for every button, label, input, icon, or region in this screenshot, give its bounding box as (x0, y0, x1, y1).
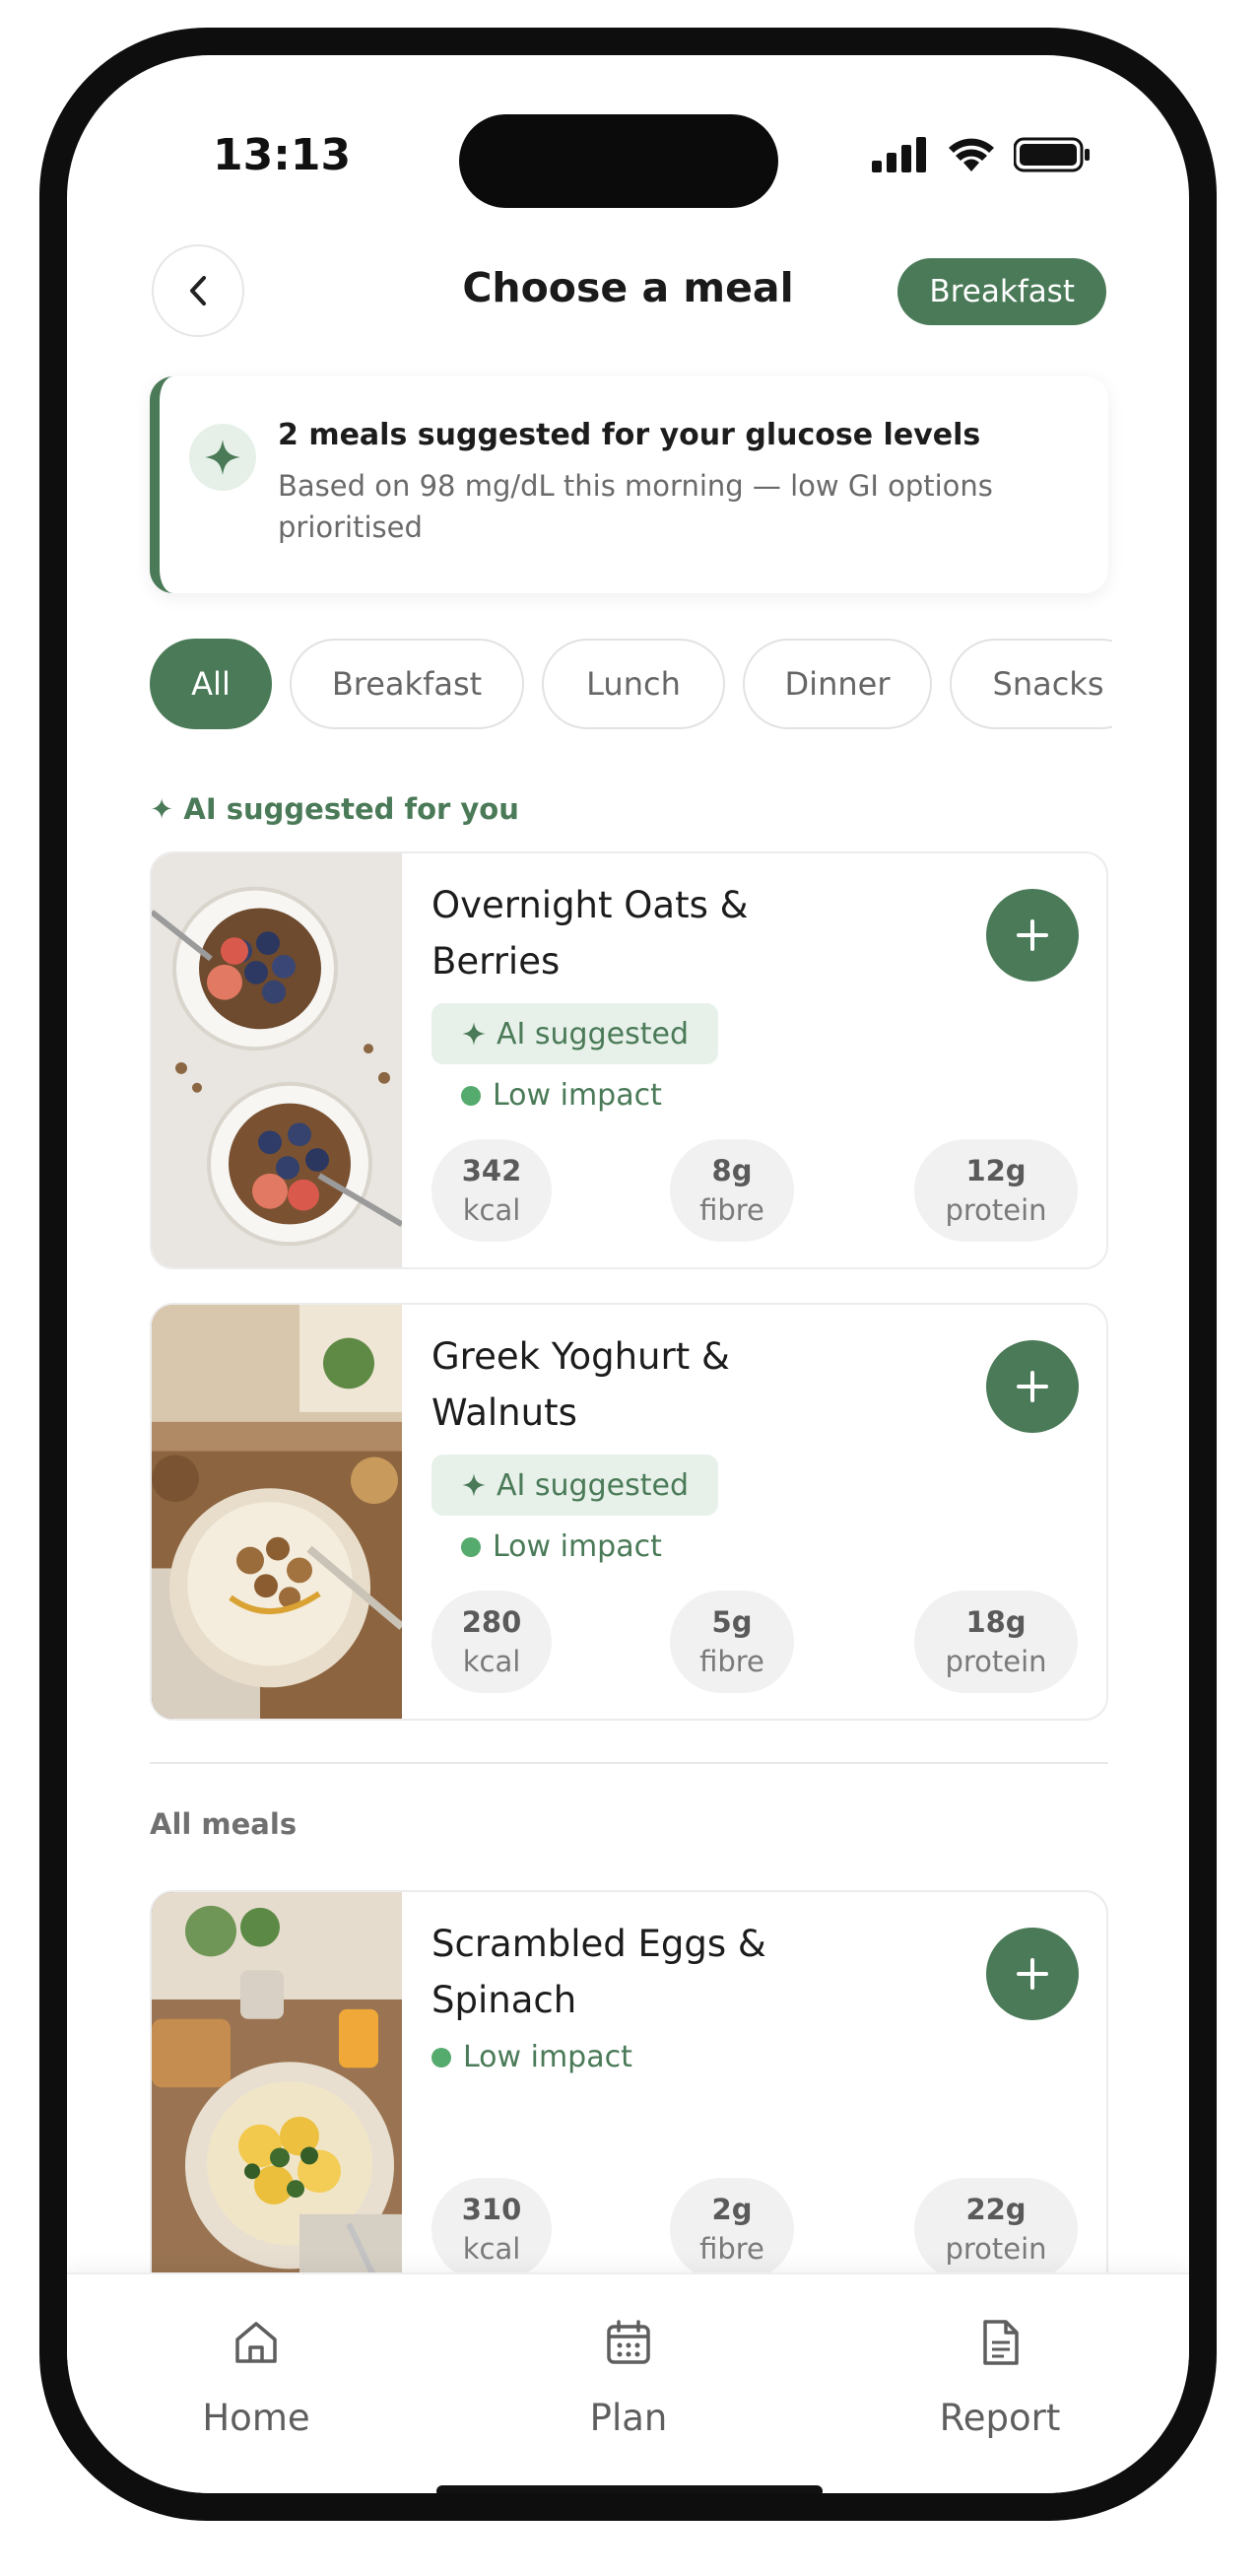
ai-tag-label: AI suggested (497, 1467, 689, 1503)
kcal-value: 342 (461, 1154, 522, 1187)
sparkle-icon (462, 1473, 486, 1497)
wifi-icon (949, 138, 994, 171)
impact-dot (431, 2047, 451, 2068)
add-meal-button[interactable] (986, 889, 1079, 982)
fibre-label: fibre (699, 2232, 764, 2266)
bottom-nav: Home Plan Report (67, 2272, 1189, 2493)
kcal-pill: 280 kcal (431, 1591, 552, 1693)
section-title-all: All meals (150, 1807, 298, 1841)
document-icon (983, 2320, 1019, 2365)
home-icon (235, 2322, 277, 2363)
nav-label-report: Report (939, 2397, 1061, 2439)
signal-icon (872, 137, 926, 172)
glucose-suggestion-banner: 2 meals suggested for your glucose level… (150, 376, 1108, 593)
protein-value: 12g (965, 1154, 1027, 1187)
impact-indicator: Low impact (431, 2040, 632, 2074)
filter-chip-all[interactable]: All (150, 639, 272, 729)
status-icons (872, 136, 1091, 173)
meal-photo-greek-yoghurt (152, 1305, 402, 1719)
meal-name: Greek Yoghurt & Walnuts (431, 1335, 730, 1434)
filter-chip-dinner[interactable]: Dinner (743, 639, 932, 729)
nav-item-report[interactable]: Report (901, 2318, 1098, 2439)
filter-chip-lunch[interactable]: Lunch (542, 639, 725, 729)
filter-chip-breakfast[interactable]: Breakfast (290, 639, 524, 729)
ai-suggested-tag: AI suggested (431, 1003, 718, 1064)
nav-label-home: Home (202, 2397, 310, 2439)
fibre-label: fibre (699, 1193, 764, 1227)
kcal-value: 310 (461, 2193, 522, 2226)
protein-pill: 12g protein (914, 1139, 1078, 1242)
phone-frame: 13:13 Choose a meal Breakfast 2 meals su… (39, 28, 1217, 2521)
nav-label-plan: Plan (589, 2397, 668, 2439)
calendar-icon (607, 2320, 650, 2364)
sparkle-icon (189, 424, 256, 491)
section-title-ai: ✦ AI suggested for you (150, 792, 519, 826)
banner-subtitle: Based on 98 mg/dL this morning — low GI … (278, 469, 993, 544)
protein-value: 18g (965, 1605, 1027, 1639)
kcal-label: kcal (462, 1193, 521, 1227)
dynamic-island (459, 114, 778, 208)
fibre-value: 2g (711, 2193, 753, 2226)
meal-photo-scrambled-eggs (152, 1892, 402, 2306)
meal-card[interactable]: Overnight Oats & Berries AI suggested Lo… (150, 851, 1108, 1269)
battery-icon (1014, 137, 1090, 172)
nav-item-home[interactable]: Home (158, 2318, 355, 2439)
protein-pill: 18g protein (914, 1591, 1078, 1693)
impact-indicator: Low impact (461, 1078, 662, 1113)
status-time: 13:13 (213, 130, 352, 180)
impact-label: Low impact (493, 1078, 662, 1113)
meal-card[interactable]: Scrambled Eggs & Spinach Low impact 310 … (150, 1890, 1108, 2308)
impact-label: Low impact (463, 2040, 632, 2074)
meal-card[interactable]: Greek Yoghurt & Walnuts AI suggested Low… (150, 1303, 1108, 1721)
kcal-label: kcal (462, 2232, 521, 2266)
meal-photo-overnight-oats (152, 853, 402, 1267)
impact-dot (461, 1536, 481, 1557)
fibre-pill: 8g fibre (670, 1139, 794, 1242)
nav-item-plan[interactable]: Plan (530, 2318, 727, 2439)
add-meal-button[interactable] (986, 1340, 1079, 1433)
filter-chips: All Breakfast Lunch Dinner Snacks (150, 639, 1112, 731)
fibre-label: fibre (699, 1645, 764, 1678)
ai-suggested-tag: AI suggested (431, 1455, 718, 1516)
protein-label: protein (945, 1645, 1047, 1678)
kcal-pill: 342 kcal (431, 1139, 552, 1242)
meal-type-badge[interactable]: Breakfast (897, 258, 1106, 325)
kcal-label: kcal (462, 1645, 521, 1678)
fibre-value: 8g (711, 1154, 753, 1187)
add-meal-button[interactable] (986, 1928, 1079, 2020)
protein-value: 22g (965, 2193, 1027, 2226)
sparkle-icon (462, 1022, 486, 1046)
meal-name: Scrambled Eggs & Spinach (431, 1923, 766, 2021)
ai-tag-label: AI suggested (497, 1016, 689, 1051)
impact-dot (461, 1085, 481, 1106)
plus-icon (1017, 1958, 1048, 1990)
impact-indicator: Low impact (461, 1529, 662, 1564)
kcal-pill: 310 kcal (431, 2178, 552, 2280)
screen: 13:13 Choose a meal Breakfast 2 meals su… (67, 55, 1189, 2493)
kcal-value: 280 (461, 1605, 522, 1639)
protein-pill: 22g protein (914, 2178, 1078, 2280)
banner-title: 2 meals suggested for your glucose level… (278, 418, 981, 452)
plus-icon (1017, 1371, 1048, 1402)
meal-name: Overnight Oats & Berries (431, 884, 749, 983)
fibre-pill: 2g fibre (670, 2178, 794, 2280)
impact-label: Low impact (493, 1529, 662, 1564)
protein-label: protein (945, 2232, 1047, 2266)
home-indicator[interactable] (436, 2485, 823, 2493)
fibre-pill: 5g fibre (670, 1591, 794, 1693)
filter-chip-snacks[interactable]: Snacks (950, 639, 1112, 729)
plus-icon (1017, 919, 1048, 951)
fibre-value: 5g (711, 1605, 753, 1639)
section-divider (150, 1762, 1108, 1764)
protein-label: protein (945, 1193, 1047, 1227)
header: Choose a meal Breakfast (67, 244, 1189, 337)
